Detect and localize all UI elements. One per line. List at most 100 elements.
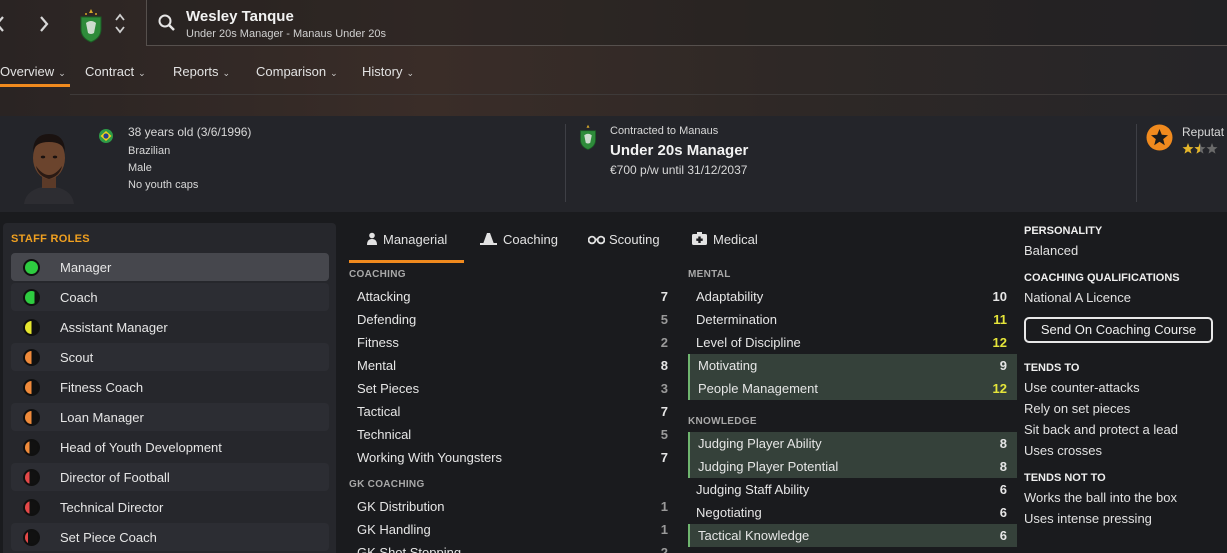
attribute-row[interactable]: GK Handling 1: [349, 518, 678, 541]
active-attr-tab-indicator: [349, 260, 464, 263]
staff-role-row[interactable]: Technical Director: [11, 493, 329, 521]
tab-reports[interactable]: Reports ⌄: [173, 64, 230, 79]
attribute-name: Tactical: [357, 404, 401, 419]
chevron-up-icon[interactable]: [114, 12, 126, 22]
attribute-row[interactable]: Negotiating 6: [688, 501, 1017, 524]
attribute-value: 8: [660, 358, 668, 373]
person-switcher[interactable]: [113, 12, 127, 38]
staff-role-row[interactable]: Loan Manager: [11, 403, 329, 431]
attribute-value: 8: [999, 459, 1007, 474]
attribute-name: Judging Staff Ability: [696, 482, 810, 497]
attribute-name: Defending: [357, 312, 417, 327]
chevron-left-icon: [0, 16, 4, 32]
attribute-row[interactable]: GK Shot Stopping 2: [349, 541, 678, 553]
chevron-down-icon: ⌄: [330, 68, 338, 78]
staff-role-row[interactable]: Head of Youth Development: [11, 433, 329, 461]
staff-role-row[interactable]: Fitness Coach: [11, 373, 329, 401]
attribute-name: Working With Youngsters: [357, 450, 502, 465]
attribute-name: Determination: [696, 312, 777, 327]
role-suitability-icon: [23, 379, 40, 396]
tab-medical[interactable]: Medical: [692, 232, 758, 247]
staff-role-row[interactable]: Assistant Manager: [11, 313, 329, 341]
attribute-row[interactable]: Fitness 2: [349, 331, 678, 354]
chevron-down-icon: ⌄: [406, 68, 414, 78]
reputation-stars: [1182, 142, 1227, 156]
attribute-row[interactable]: Tactical 7: [349, 400, 678, 423]
attribute-row[interactable]: Adaptability 10: [688, 285, 1017, 308]
tab-contract[interactable]: Contract ⌄: [85, 64, 146, 79]
tab-history[interactable]: History ⌄: [362, 64, 414, 79]
search-icon[interactable]: [157, 13, 177, 33]
tab-overview[interactable]: Overview ⌄: [0, 64, 66, 79]
section-knowledge-title: KNOWLEDGE: [688, 416, 757, 427]
attribute-value: 2: [660, 545, 668, 553]
attribute-value: 5: [660, 427, 668, 442]
person-subtitle: Under 20s Manager - Manaus Under 20s: [186, 28, 386, 40]
contract-wage: €700 p/w until 31/12/2037: [610, 163, 748, 177]
staff-role-row[interactable]: Scout: [11, 343, 329, 371]
section-gk-coaching-title: GK COACHING: [349, 479, 425, 490]
back-button[interactable]: [0, 14, 6, 38]
staff-role-label: Loan Manager: [60, 410, 144, 425]
chevron-down-icon[interactable]: [114, 25, 126, 35]
person-search-box[interactable]: Wesley Tanque Under 20s Manager - Manaus…: [146, 0, 1227, 46]
attribute-row[interactable]: People Management 12: [688, 377, 1017, 400]
attribute-value: 12: [992, 335, 1007, 350]
staff-role-row[interactable]: Coach: [11, 283, 329, 311]
tends-not-to-item: Works the ball into the box: [1024, 490, 1177, 505]
staff-role-label: Scout: [60, 350, 94, 365]
attribute-value: 6: [999, 528, 1007, 543]
attribute-row[interactable]: Mental 8: [349, 354, 678, 377]
attribute-row[interactable]: Level of Discipline 12: [688, 331, 1017, 354]
attribute-name: GK Shot Stopping: [357, 545, 462, 553]
attribute-row[interactable]: Attacking 7: [349, 285, 678, 308]
attribute-value: 3: [660, 381, 668, 396]
attribute-row[interactable]: Set Pieces 3: [349, 377, 678, 400]
attribute-row[interactable]: Working With Youngsters 7: [349, 446, 678, 469]
medkit-icon: [692, 232, 707, 245]
reputation-label: Reputat: [1182, 125, 1225, 139]
tab-comparison[interactable]: Comparison ⌄: [256, 64, 338, 79]
attribute-name: GK Distribution: [357, 499, 445, 514]
contract-role: Under 20s Manager: [610, 142, 749, 159]
staff-role-row[interactable]: Set Piece Coach: [11, 523, 329, 551]
gender: Male: [128, 162, 152, 174]
binoculars-icon: [587, 235, 606, 245]
role-suitability-icon: [23, 529, 40, 546]
attribute-row[interactable]: Judging Player Ability 8: [688, 432, 1017, 455]
info-divider: [565, 124, 566, 202]
role-suitability-icon: [23, 439, 40, 456]
tab-scouting[interactable]: Scouting: [587, 232, 660, 247]
attribute-value: 7: [660, 289, 668, 304]
forward-button[interactable]: [38, 14, 50, 38]
attribute-row[interactable]: Technical 5: [349, 423, 678, 446]
attribute-row[interactable]: Defending 5: [349, 308, 678, 331]
attribute-name: Judging Player Ability: [698, 436, 822, 451]
personality-value: Balanced: [1024, 243, 1079, 258]
attribute-value: 7: [660, 404, 668, 419]
attribute-row[interactable]: Judging Player Potential 8: [688, 455, 1017, 478]
attribute-row[interactable]: Judging Staff Ability 6: [688, 478, 1017, 501]
attribute-row[interactable]: Motivating 9: [688, 354, 1017, 377]
staff-role-label: Fitness Coach: [60, 380, 144, 395]
nationality: Brazilian: [128, 145, 171, 157]
staff-role-label: Assistant Manager: [60, 320, 168, 335]
staff-role-row[interactable]: Manager: [11, 253, 329, 281]
attribute-row[interactable]: Tactical Knowledge 6: [688, 524, 1017, 547]
tab-coaching[interactable]: Coaching: [480, 232, 558, 247]
role-suitability-icon: [23, 349, 40, 366]
attribute-name: GK Handling: [357, 522, 431, 537]
attribute-name: People Management: [698, 381, 818, 396]
staff-role-row[interactable]: Director of Football: [11, 463, 329, 491]
tends-to-item: Use counter-attacks: [1024, 380, 1140, 395]
attribute-row[interactable]: Determination 11: [688, 308, 1017, 331]
club-crest-icon[interactable]: [79, 9, 103, 43]
tab-managerial[interactable]: Managerial: [366, 232, 447, 247]
attribute-name: Technical: [357, 427, 412, 442]
cone-icon: [480, 233, 497, 245]
tends-not-to-item: Uses intense pressing: [1024, 511, 1152, 526]
send-on-coaching-course-button[interactable]: Send On Coaching Course: [1024, 317, 1213, 343]
attribute-value: 1: [660, 499, 668, 514]
chevron-down-icon: ⌄: [222, 68, 231, 78]
attribute-row[interactable]: GK Distribution 1: [349, 495, 678, 518]
